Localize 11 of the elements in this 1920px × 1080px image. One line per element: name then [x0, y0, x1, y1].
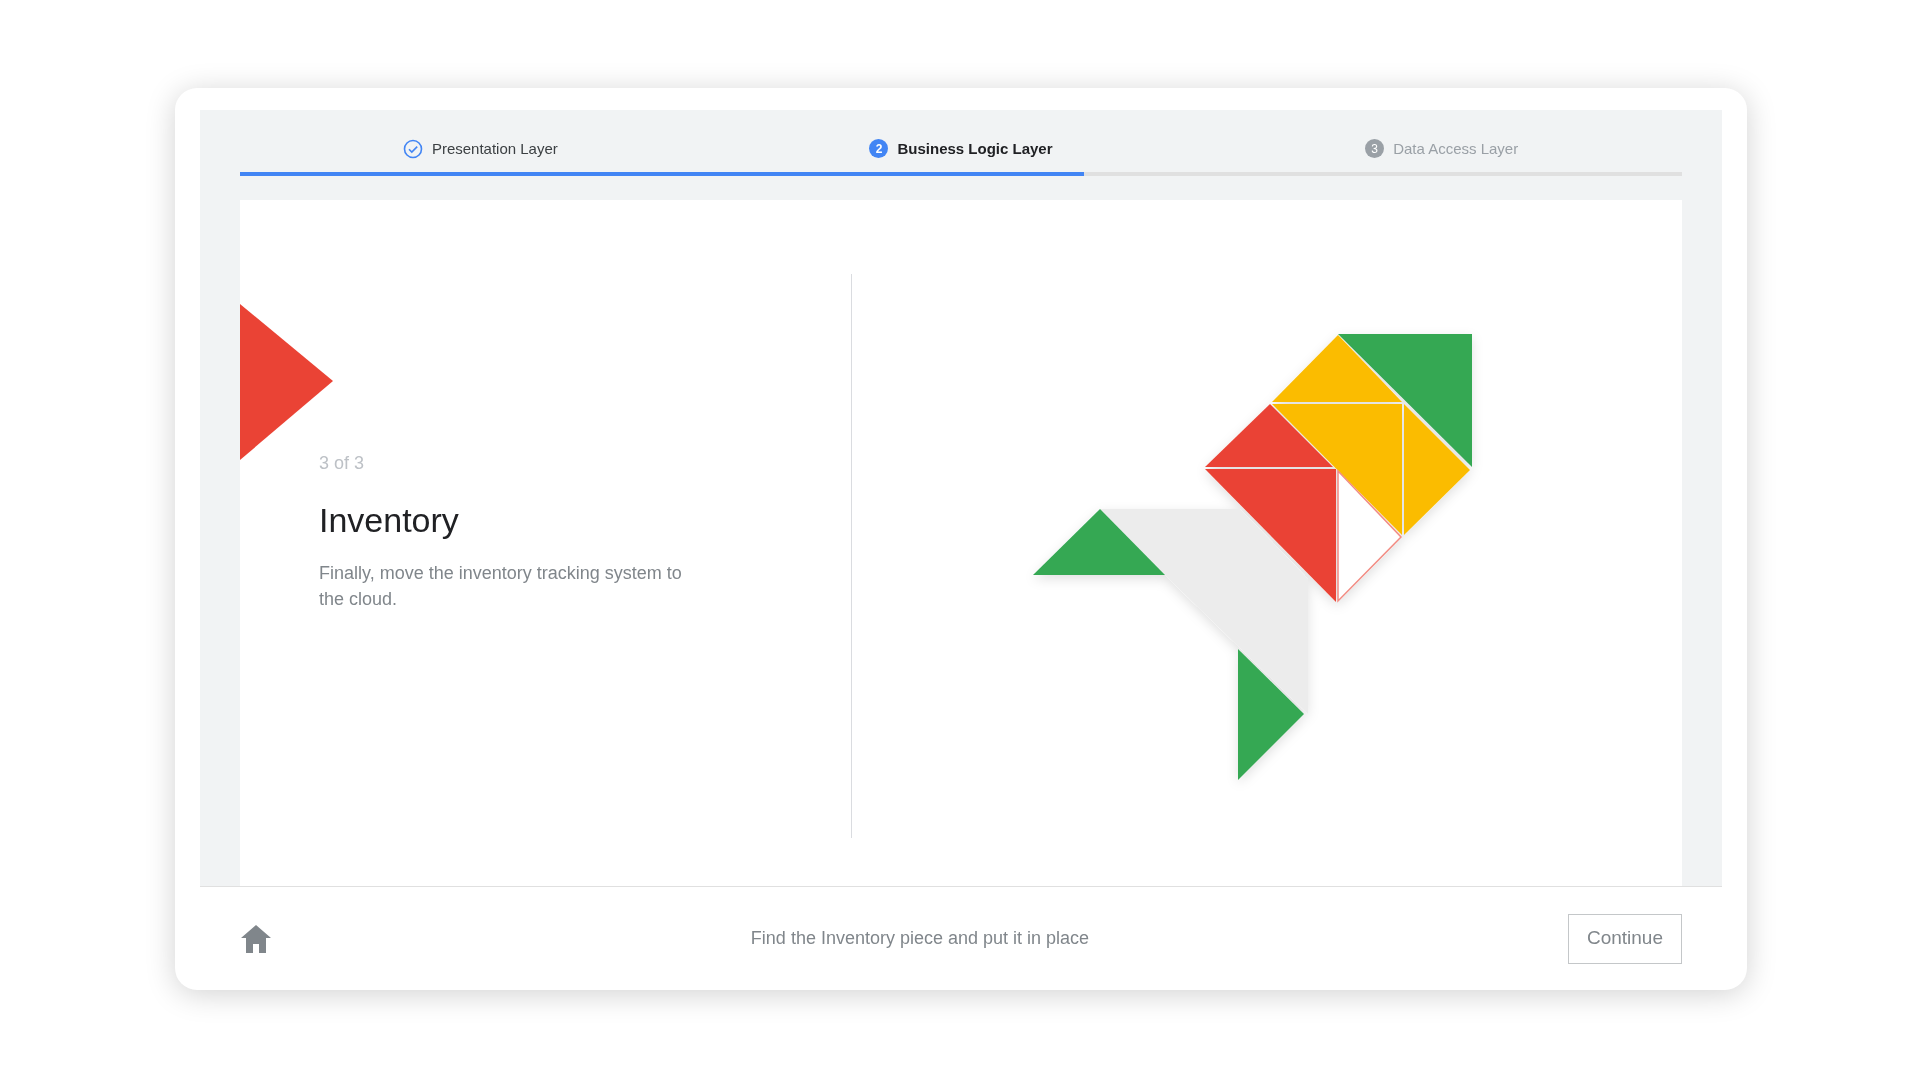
step-number: 3 — [1365, 139, 1385, 159]
slide-description: Finally, move the inventory tracking system to the cloud. — [319, 562, 683, 611]
step-tab[interactable]: 2 Business Logic Layer — [869, 137, 1053, 160]
slide-title: Inventory — [319, 500, 460, 541]
step-number: 2 — [869, 139, 889, 159]
home-icon[interactable] — [240, 923, 272, 954]
step-tab[interactable]: Presentation Layer — [402, 137, 558, 160]
continue-button[interactable]: Continue — [1567, 913, 1682, 964]
slide-counter: 3 of 3 — [319, 452, 366, 475]
check-circle-icon — [402, 138, 423, 159]
instruction-text: Find the Inventory piece and put it in place — [750, 927, 1090, 950]
